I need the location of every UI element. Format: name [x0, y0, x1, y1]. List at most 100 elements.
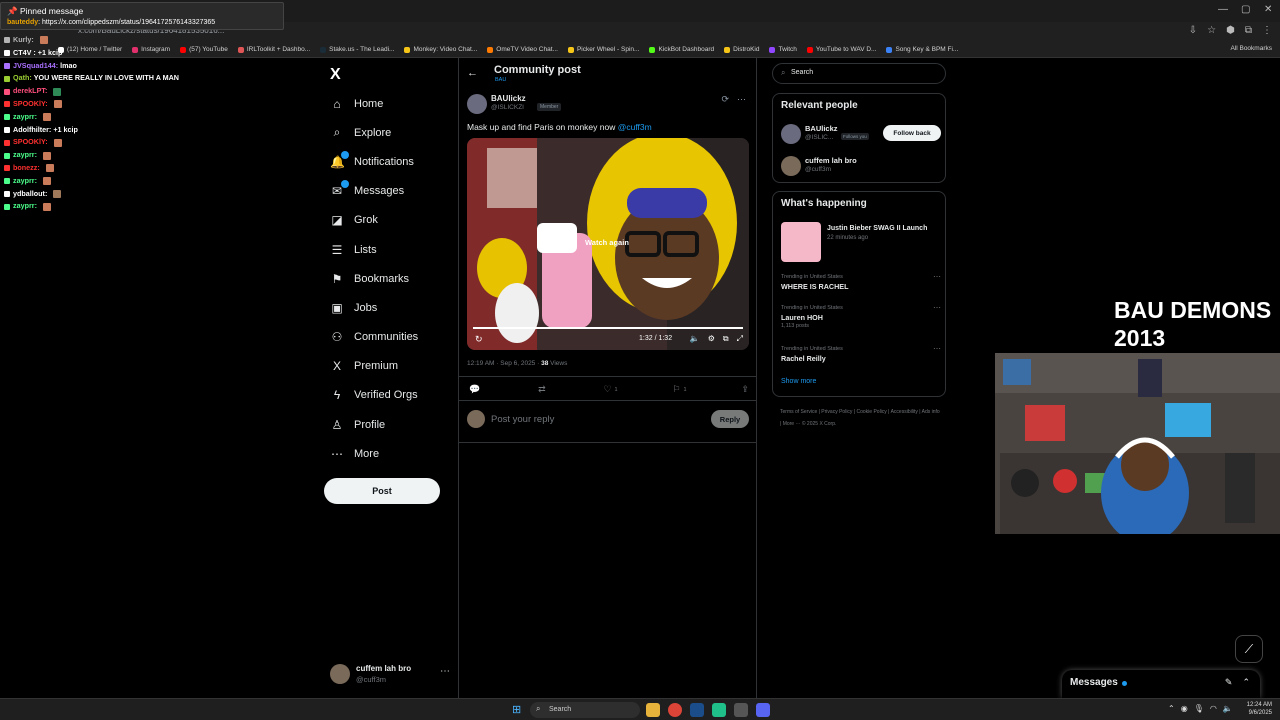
chat-username[interactable]: Adolfhilter: — [13, 124, 51, 137]
chat-username[interactable]: JVSquad144: — [13, 60, 58, 73]
more-icon[interactable]: ⋯ — [933, 344, 941, 353]
person-item[interactable]: BAUlickz @ISLIC... Follows you Follow ba… — [781, 122, 941, 146]
trend-thumbnail[interactable] — [781, 222, 821, 262]
bookmark-item[interactable]: Twitch — [769, 46, 797, 53]
bookmark-item[interactable]: Picker Wheel - Spin... — [567, 46, 639, 53]
video-progress-bar[interactable] — [473, 327, 743, 329]
chrome-icon[interactable] — [668, 703, 682, 717]
app-icon[interactable] — [734, 703, 748, 717]
network-icon[interactable]: ◉ — [1181, 704, 1188, 713]
video-player[interactable]: Watch again ↻ 1:32 / 1:32 🔈 ⚙ ⧉ ⤢ — [467, 138, 749, 350]
steam-icon[interactable] — [690, 703, 704, 717]
chat-username[interactable]: bonezz: — [13, 162, 40, 175]
menu-dots-icon[interactable]: ⋮ — [1262, 25, 1272, 36]
author-name[interactable]: BAUlickz — [491, 94, 526, 103]
chat-username[interactable]: Qath: — [13, 72, 32, 85]
pip-icon[interactable]: ⧉ — [723, 334, 729, 344]
minimize-icon[interactable]: — — [1218, 4, 1228, 15]
app-icon[interactable] — [712, 703, 726, 717]
reply-action[interactable]: 💬 — [469, 384, 483, 395]
like-action[interactable]: ♡ 1 — [603, 384, 617, 395]
chat-username[interactable]: zayprr: — [13, 111, 37, 124]
trend-item[interactable]: Trending in United States Lauren HOH 1,1… — [781, 303, 941, 329]
reply-input[interactable]: Post your reply — [491, 414, 554, 425]
settings-icon[interactable]: ⚙ — [708, 334, 715, 344]
mention-link[interactable]: @cuff3m — [618, 122, 652, 132]
x-logo[interactable]: X — [330, 66, 341, 84]
nav-grok[interactable]: ◪ Grok — [330, 206, 460, 235]
chevron-up-icon[interactable]: ⌃ — [1242, 677, 1250, 688]
nav-explore[interactable]: ⌕ Explore — [330, 118, 460, 147]
nav-notifications[interactable]: 🔔 Notifications — [330, 147, 460, 176]
footer-links[interactable]: Terms of Service | Privacy Policy | Cook… — [780, 406, 940, 430]
volume-icon[interactable]: 🔈 — [1223, 704, 1233, 713]
grok-button[interactable]: ⟋ — [1235, 635, 1263, 663]
mic-icon[interactable]: 🎙 — [1194, 704, 1204, 713]
nav-messages[interactable]: ✉ Messages — [330, 177, 460, 206]
trend-item[interactable]: Trending in United States WHERE IS RACHE… — [781, 272, 941, 291]
close-icon[interactable]: ✕ — [1264, 4, 1272, 15]
discord-icon[interactable] — [756, 703, 770, 717]
more-icon[interactable]: ⋯ — [440, 666, 450, 677]
chat-username[interactable]: zayprr: — [13, 200, 37, 213]
community-name[interactable]: BAU — [495, 77, 506, 83]
trend-item[interactable]: Trending in United States Rachel Reilly … — [781, 344, 941, 363]
puzzle-icon[interactable]: ⧉ — [1245, 25, 1252, 36]
star-icon[interactable]: ☆ — [1207, 25, 1216, 36]
share-action[interactable]: ⇪ — [741, 384, 749, 395]
bookmark-item[interactable]: Monkey: Video Chat... — [404, 46, 477, 53]
nav-profile[interactable]: ♙ Profile — [330, 410, 460, 439]
chat-username[interactable]: SPOOKlY: — [13, 136, 48, 149]
windows-start-icon[interactable]: ⊞ — [512, 703, 521, 716]
person-item[interactable]: cuffem lah bro @cuff3m — [781, 154, 941, 178]
nav-communities[interactable]: ⚇ Communities — [330, 323, 460, 352]
nav-home[interactable]: ⌂ Home — [330, 89, 460, 118]
file-explorer-icon[interactable] — [646, 703, 660, 717]
more-icon[interactable]: ⋯ — [933, 272, 941, 281]
nav-bookmarks[interactable]: ⚑ Bookmarks — [330, 264, 460, 293]
chevron-up-icon[interactable]: ⌃ — [1168, 704, 1175, 713]
extension-icon[interactable]: ⬢ — [1226, 25, 1235, 36]
wifi-icon[interactable]: ◠ — [1210, 704, 1217, 713]
nav-more[interactable]: ⋯ More — [330, 439, 460, 468]
follow-back-button[interactable]: Follow back — [883, 125, 941, 141]
bookmark-item[interactable]: YouTube to WAV D... — [806, 46, 876, 53]
reply-button[interactable]: Reply — [711, 410, 749, 428]
show-more-link[interactable]: Show more — [781, 378, 816, 385]
nav-premium[interactable]: X Premium — [330, 352, 460, 381]
chat-username[interactable]: zayprr: — [13, 175, 37, 188]
chat-username[interactable]: SPOOKlY: — [13, 98, 48, 111]
more-icon[interactable]: ⋯ — [933, 303, 941, 312]
install-icon[interactable]: ⇩ — [1189, 25, 1197, 36]
taskbar-clock[interactable]: 12:24 AM 9/6/2025 — [1238, 701, 1272, 717]
bookmark-item[interactable]: OmeTV Video Chat... — [487, 46, 558, 53]
more-icon[interactable]: ⋯ — [737, 94, 746, 105]
chat-username[interactable]: ydballout: — [13, 188, 47, 201]
nav-lists[interactable]: ☰ Lists — [330, 235, 460, 264]
bookmark-item[interactable]: DistroKid — [724, 46, 759, 53]
repost-action[interactable]: ⇄ — [538, 384, 549, 395]
featured-trend-title[interactable]: Justin Bieber SWAG II Launch — [827, 225, 927, 232]
chat-username[interactable]: zayprr: — [13, 149, 37, 162]
chat-username[interactable]: derekLPT: — [13, 85, 47, 98]
bookmark-action[interactable]: ⚐ 1 — [672, 384, 686, 395]
watch-again-label[interactable]: Watch again — [585, 238, 629, 247]
post-button[interactable]: Post — [324, 478, 440, 504]
messages-drawer[interactable]: Messages ✎ ⌃ — [1062, 670, 1260, 698]
author-avatar[interactable] — [467, 94, 487, 114]
all-bookmarks[interactable]: All Bookmarks — [1230, 45, 1272, 52]
bookmark-item[interactable]: Song Key & BPM Fi... — [886, 46, 958, 53]
nav-jobs[interactable]: ▣ Jobs — [330, 293, 460, 322]
back-arrow-icon[interactable]: ← — [467, 67, 478, 79]
taskbar-search[interactable]: ⌕ Search — [530, 702, 640, 718]
chat-username[interactable]: CT4V — [13, 47, 31, 60]
nav-verified-orgs[interactable]: ϟ Verified Orgs — [330, 381, 460, 410]
bookmark-item[interactable]: Stake.us - The Leadi... — [320, 46, 394, 53]
chat-username[interactable]: Kurly: — [13, 34, 34, 47]
compose-icon[interactable]: ✎ — [1225, 677, 1233, 688]
replay-icon[interactable]: ↻ — [475, 334, 483, 345]
bookmark-item[interactable]: KickBot Dashboard — [649, 46, 714, 53]
account-switcher[interactable]: cuffem lah bro @cuff3m ⋯ — [330, 662, 450, 688]
fullscreen-icon[interactable]: ⤢ — [737, 334, 743, 344]
search-input[interactable]: ⌕ Search — [772, 63, 946, 84]
